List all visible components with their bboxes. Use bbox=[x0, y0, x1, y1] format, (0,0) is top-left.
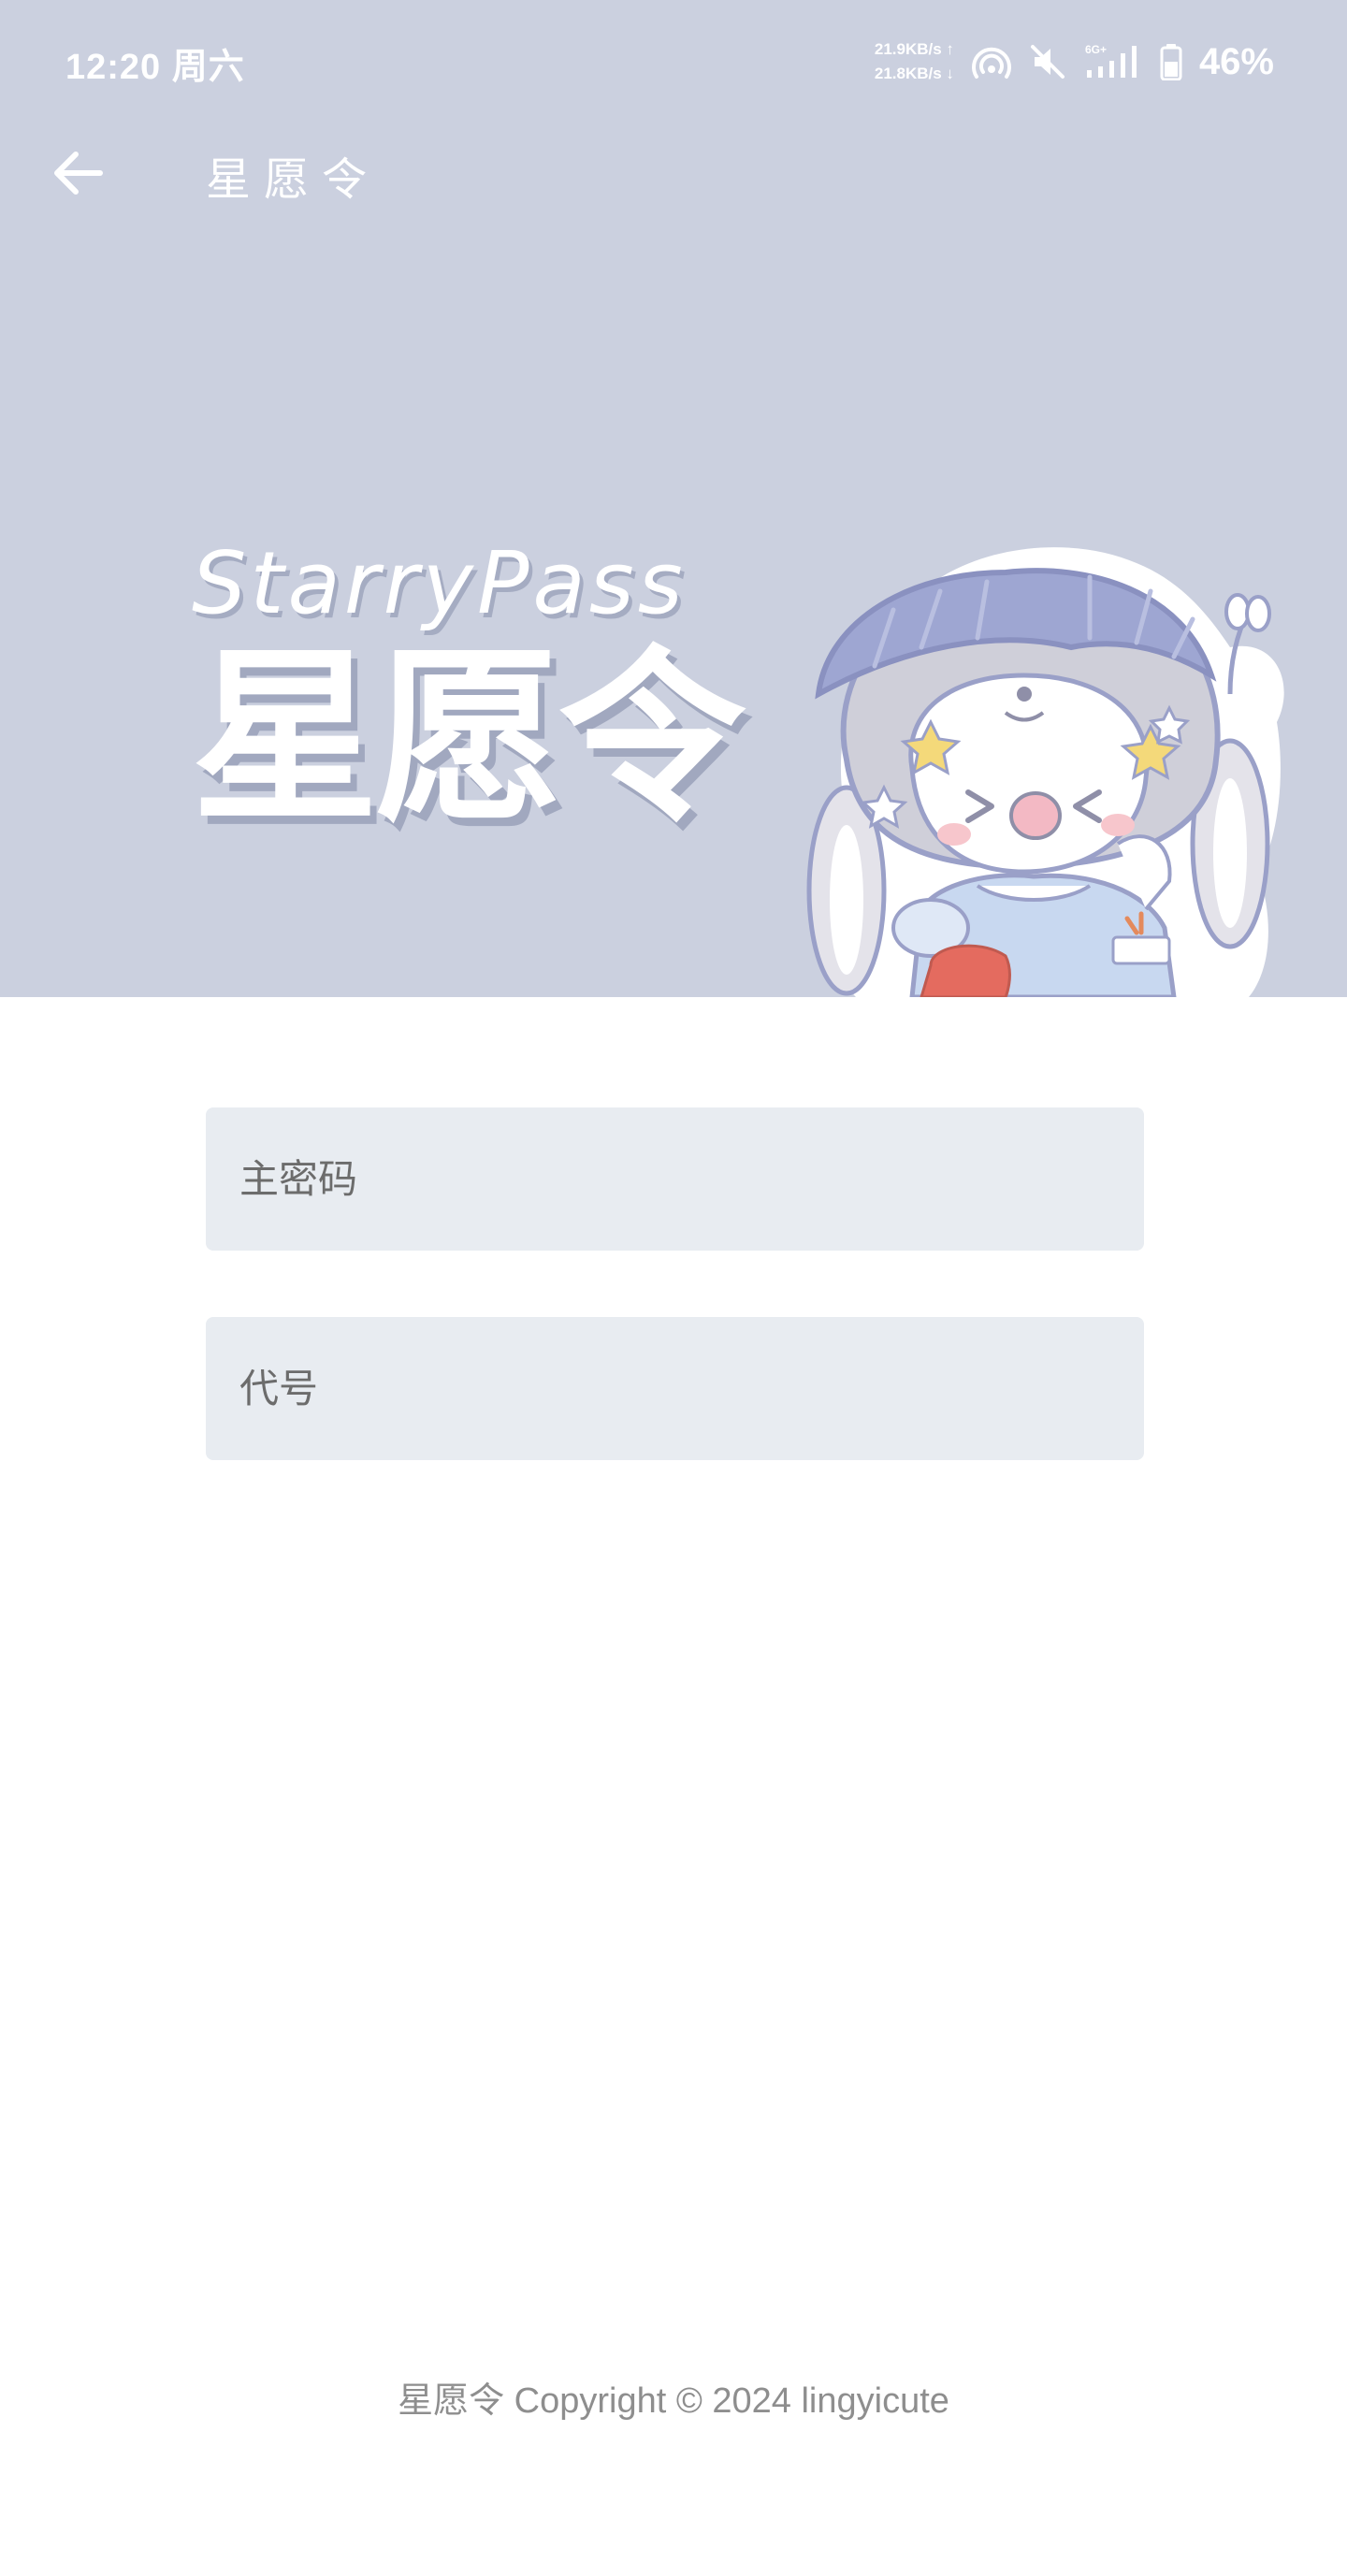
mute-icon bbox=[1029, 43, 1066, 80]
master-password-input[interactable] bbox=[206, 1107, 1144, 1251]
hero-banner: 12:20 周六 21.9KB/s ↑ 21.8KB/s ↓ 6G+ 46% 星… bbox=[0, 0, 1347, 997]
battery-icon bbox=[1160, 43, 1182, 80]
hotspot-icon bbox=[971, 43, 1012, 80]
download-speed: 21.8KB/s ↓ bbox=[874, 65, 954, 82]
back-button[interactable] bbox=[45, 140, 110, 206]
upload-speed: 21.9KB/s ↑ bbox=[874, 40, 954, 58]
code-name-input[interactable] bbox=[206, 1317, 1144, 1460]
brand-english-name: StarryPass bbox=[192, 533, 687, 633]
battery-level: 46% bbox=[1198, 40, 1274, 82]
arrow-left-icon bbox=[54, 152, 103, 195]
status-bar-right: 21.9KB/s ↑ 21.8KB/s ↓ 6G+ 46% bbox=[875, 36, 1274, 88]
network-speed: 21.9KB/s ↑ 21.8KB/s ↓ bbox=[875, 37, 954, 86]
status-time: 12:20 周六 bbox=[65, 48, 245, 87]
page-title: 星愿令 bbox=[206, 153, 381, 206]
signal-icon: 6G+ bbox=[1083, 42, 1143, 81]
network-type: 6G+ bbox=[1085, 43, 1107, 56]
mascot-illustration bbox=[806, 547, 1284, 997]
brand-chinese-name: 星愿令 bbox=[192, 630, 746, 847]
footer-copyright: 星愿令 Copyright © 2024 lingyicute bbox=[398, 2381, 949, 2421]
